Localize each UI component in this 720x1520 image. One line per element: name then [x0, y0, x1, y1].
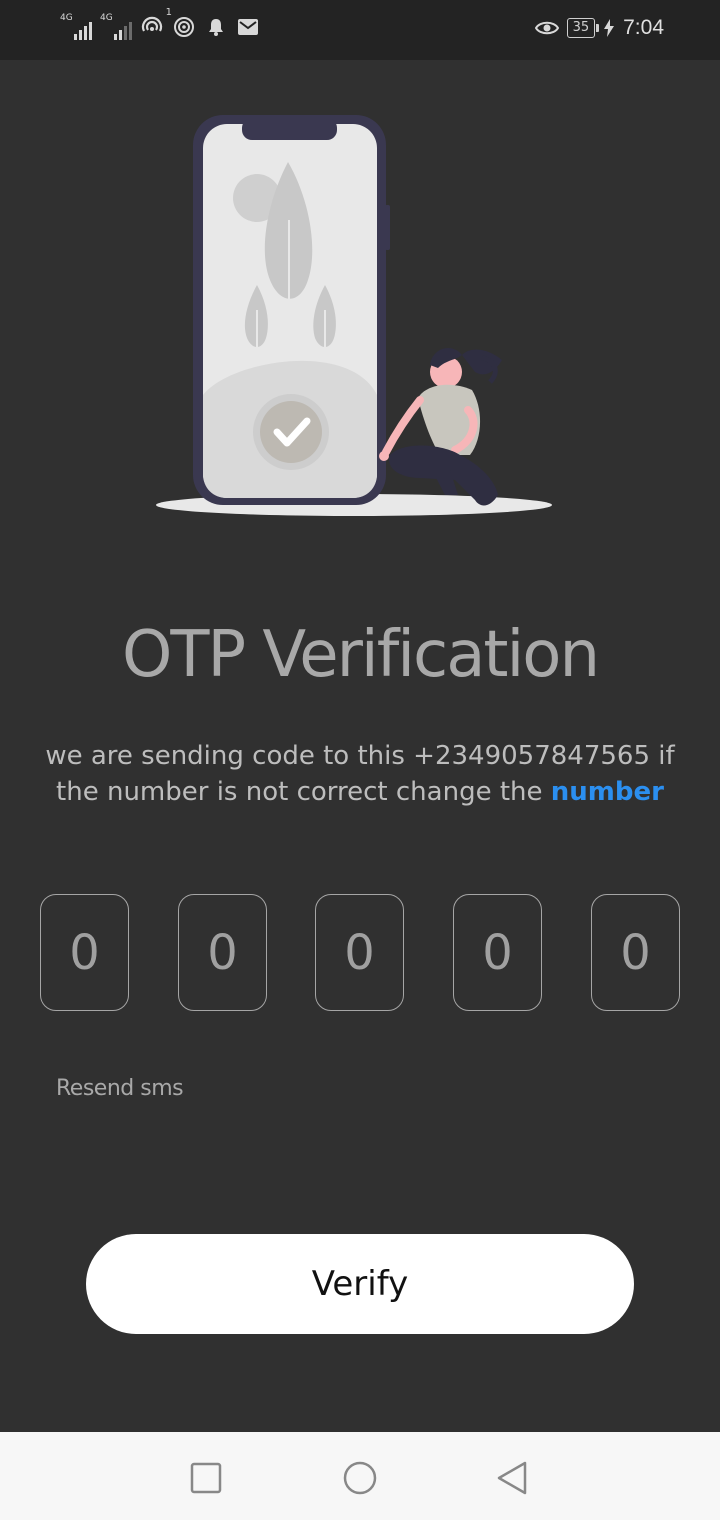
- mail-icon: [236, 15, 260, 39]
- network-type-label: 4G: [60, 13, 73, 23]
- back-icon[interactable]: [492, 1458, 532, 1498]
- otp-digit-5[interactable]: 0: [591, 894, 680, 1011]
- wifi-tether-icon: [172, 15, 196, 39]
- status-bar-right: 35 7:04: [534, 16, 664, 40]
- recent-apps-icon[interactable]: [186, 1458, 226, 1498]
- network-type-label: 4G: [100, 13, 113, 23]
- change-number-link[interactable]: number: [551, 777, 664, 807]
- page-title: OTP Verification: [122, 618, 600, 692]
- hotspot-badge: 1: [165, 7, 172, 18]
- signal-icon: 4G: [60, 14, 92, 40]
- signal-icon: 4G: [100, 14, 132, 40]
- otp-digit-1[interactable]: 0: [40, 894, 129, 1011]
- status-bar: 4G 4G 1 35 7:04: [0, 0, 720, 60]
- otp-digit-2[interactable]: 0: [178, 894, 267, 1011]
- otp-digit-3[interactable]: 0: [315, 894, 404, 1011]
- clock: 7:04: [623, 16, 664, 39]
- otp-input-group: 0 0 0 0 0: [40, 894, 680, 1012]
- check-circle: [260, 401, 322, 463]
- home-icon[interactable]: [340, 1458, 380, 1498]
- otp-description: we are sending code to this +23490578475…: [30, 738, 690, 810]
- hotspot-icon: 1: [140, 7, 172, 39]
- system-nav-bar: [0, 1432, 720, 1520]
- person-figure: [379, 347, 502, 506]
- verify-button[interactable]: Verify: [86, 1234, 634, 1334]
- otp-illustration: [150, 110, 570, 530]
- battery-icon: 35: [566, 18, 599, 38]
- resend-sms-link[interactable]: Resend sms: [56, 1076, 184, 1101]
- status-bar-left: 4G 4G 1: [60, 7, 260, 40]
- bell-icon: [204, 15, 228, 39]
- charging-icon: [603, 16, 615, 40]
- otp-digit-4[interactable]: 0: [453, 894, 542, 1011]
- eye-icon: [534, 16, 559, 40]
- phone-notch: [242, 118, 337, 140]
